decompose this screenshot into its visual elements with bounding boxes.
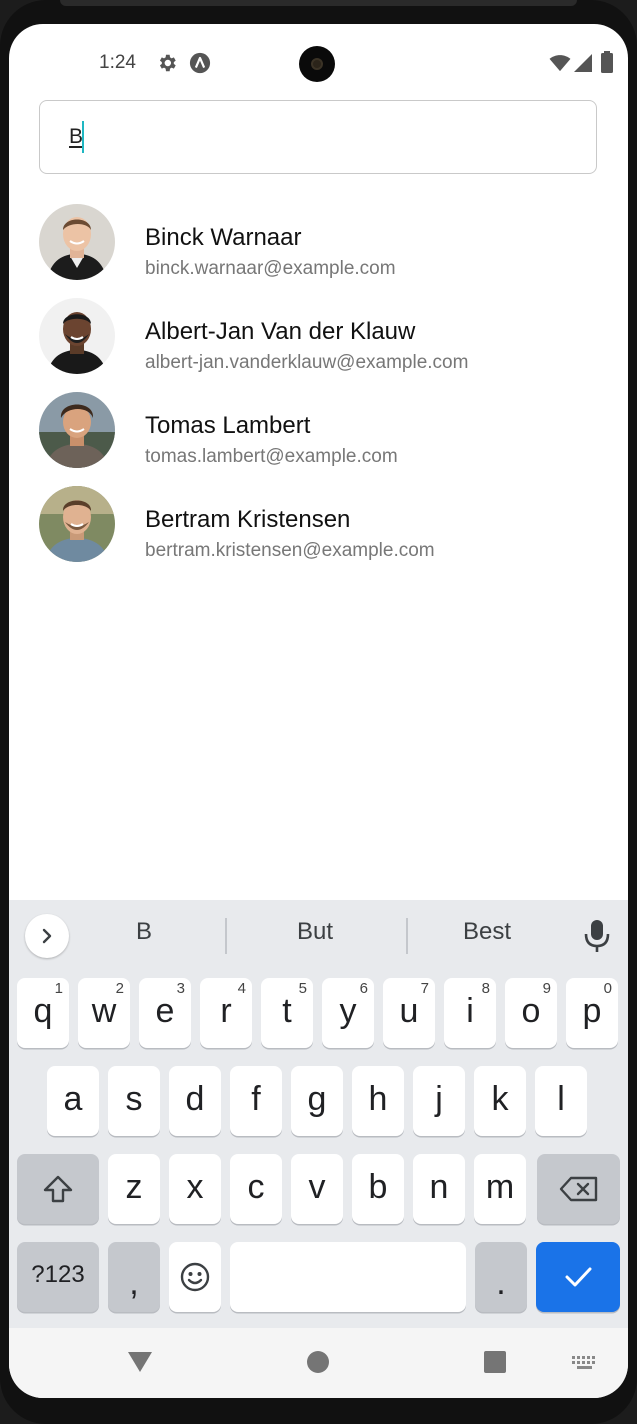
shift-arrow-icon [43, 1175, 73, 1203]
contact-name: Albert-Jan Van der Klauw [145, 318, 416, 345]
app-a-icon [189, 52, 211, 74]
key-q[interactable]: q1 [17, 978, 69, 1048]
key-z[interactable]: z [108, 1154, 160, 1224]
device-bezel: 1:24 B Binck Warnaar binck.warnaar@examp… [0, 0, 637, 1424]
key-y[interactable]: y6 [322, 978, 374, 1048]
key-d[interactable]: d [169, 1066, 221, 1136]
emoji-key[interactable] [169, 1242, 221, 1312]
contact-list-item[interactable]: Tomas Lambert tomas.lambert@example.com [9, 392, 628, 486]
contact-avatar [39, 204, 115, 280]
suggestion-divider [406, 918, 408, 954]
suggestion-3[interactable]: Best [421, 918, 553, 946]
key-w[interactable]: w2 [78, 978, 130, 1048]
front-camera [299, 46, 335, 82]
key-c[interactable]: c [230, 1154, 282, 1224]
key-f[interactable]: f [230, 1066, 282, 1136]
contact-email: bertram.kristensen@example.com [145, 540, 435, 561]
settings-gear-icon [156, 52, 178, 74]
suggestion-1[interactable]: B [79, 918, 209, 946]
contact-list-item[interactable]: Bertram Kristensen bertram.kristensen@ex… [9, 486, 628, 580]
key-p[interactable]: p0 [566, 978, 618, 1048]
shift-key[interactable] [17, 1154, 99, 1224]
key-l[interactable]: l [535, 1066, 587, 1136]
battery-icon [600, 51, 622, 73]
key-v[interactable]: v [291, 1154, 343, 1224]
status-time: 1:24 [99, 52, 136, 73]
checkmark-icon [565, 1267, 592, 1287]
contact-avatar [39, 298, 115, 374]
contact-name: Binck Warnaar [145, 224, 302, 251]
contact-name: Tomas Lambert [145, 412, 311, 439]
key-r[interactable]: r4 [200, 978, 252, 1048]
spacebar-key[interactable] [230, 1242, 466, 1312]
key-h[interactable]: h [352, 1066, 404, 1136]
key-s[interactable]: s [108, 1066, 160, 1136]
comma-key[interactable]: , [108, 1242, 160, 1312]
key-e[interactable]: e3 [139, 978, 191, 1048]
keyboard-switch-icon[interactable] [572, 1356, 598, 1375]
phone-screen: 1:24 B Binck Warnaar binck.warnaar@examp… [9, 24, 628, 1398]
key-i[interactable]: i8 [444, 978, 496, 1048]
backspace-icon [559, 1176, 597, 1202]
key-j[interactable]: j [413, 1066, 465, 1136]
contact-email: albert-jan.vanderklauw@example.com [145, 352, 469, 373]
bezel-top-edge [60, 0, 577, 6]
expand-toolbar-button[interactable] [25, 914, 69, 958]
soft-keyboard: B But Best q1 w2 e3 r4 t5 y6 u7 i8 o9 p0… [9, 900, 628, 1328]
key-b[interactable]: b [352, 1154, 404, 1224]
done-key[interactable] [536, 1242, 620, 1312]
contact-avatar [39, 486, 115, 562]
key-n[interactable]: n [413, 1154, 465, 1224]
key-k[interactable]: k [474, 1066, 526, 1136]
contact-list-item[interactable]: Albert-Jan Van der Klauw albert-jan.vand… [9, 298, 628, 392]
contact-email: tomas.lambert@example.com [145, 446, 398, 467]
contact-name: Bertram Kristensen [145, 506, 351, 533]
text-caret [82, 121, 84, 153]
microphone-icon[interactable] [583, 918, 611, 954]
wifi-icon [549, 53, 571, 75]
key-t[interactable]: t5 [261, 978, 313, 1048]
search-input[interactable]: B [39, 100, 597, 174]
search-input-text: B [69, 125, 84, 148]
suggestion-2[interactable]: But [245, 918, 385, 946]
suggestion-divider [225, 918, 227, 954]
key-u[interactable]: u7 [383, 978, 435, 1048]
contact-list-item[interactable]: Binck Warnaar binck.warnaar@example.com [9, 204, 628, 298]
key-x[interactable]: x [169, 1154, 221, 1224]
contact-email: binck.warnaar@example.com [145, 258, 396, 279]
period-key[interactable]: . [475, 1242, 527, 1312]
suggestion-strip: B But Best [9, 900, 628, 970]
key-o[interactable]: o9 [505, 978, 557, 1048]
recents-square-icon[interactable] [484, 1351, 506, 1378]
home-circle-icon[interactable] [307, 1351, 329, 1378]
key-m[interactable]: m [474, 1154, 526, 1224]
backspace-key[interactable] [537, 1154, 620, 1224]
emoji-smiley-icon [180, 1262, 210, 1292]
key-g[interactable]: g [291, 1066, 343, 1136]
symbols-key[interactable]: ?123 [17, 1242, 99, 1312]
chevron-right-icon [42, 928, 52, 944]
key-a[interactable]: a [47, 1066, 99, 1136]
system-navigation-bar [9, 1328, 628, 1398]
back-triangle-icon[interactable] [127, 1350, 153, 1379]
contact-avatar [39, 392, 115, 468]
cellular-signal-icon [573, 53, 595, 75]
